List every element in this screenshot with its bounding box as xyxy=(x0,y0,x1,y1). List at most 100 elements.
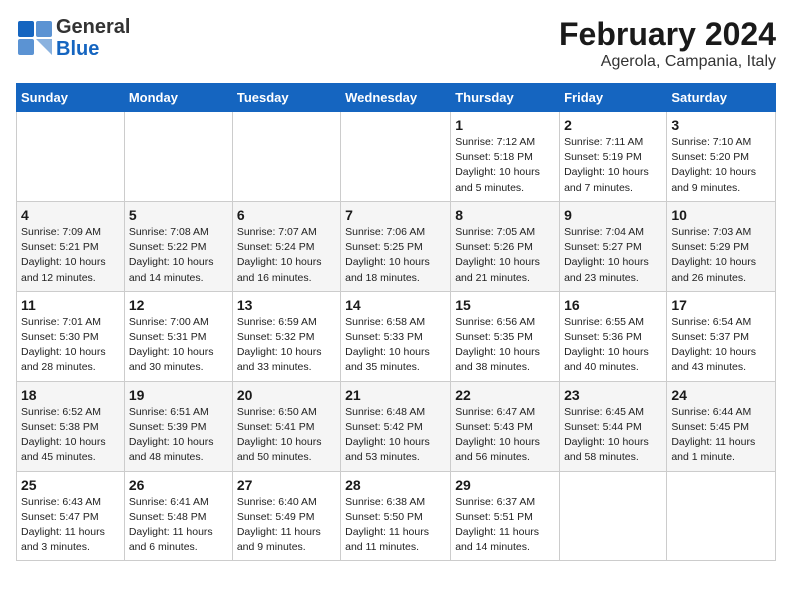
day-number: 29 xyxy=(455,477,555,493)
day-number: 2 xyxy=(564,117,662,133)
day-detail: Sunrise: 7:09 AM Sunset: 5:21 PM Dayligh… xyxy=(21,225,120,286)
calendar-cell: 14Sunrise: 6:58 AM Sunset: 5:33 PM Dayli… xyxy=(341,291,451,381)
logo-general: General xyxy=(56,16,130,38)
calendar-cell: 6 Sunrise: 7:07 AM Sunset: 5:24 PM Daylig… xyxy=(232,201,340,291)
day-detail: Sunrise: 6:52 AM Sunset: 5:38 PM Dayligh… xyxy=(21,405,120,466)
calendar-cell: 1 Sunrise: 7:12 AM Sunset: 5:18 PM Daylig… xyxy=(451,112,560,202)
calendar-table: SundayMondayTuesdayWednesdayThursdayFrid… xyxy=(16,83,776,561)
day-number: 16 xyxy=(564,297,662,313)
day-detail: Sunrise: 6:41 AM Sunset: 5:48 PM Dayligh… xyxy=(129,495,228,556)
day-detail: Sunrise: 6:51 AM Sunset: 5:39 PM Dayligh… xyxy=(129,405,228,466)
calendar-cell xyxy=(17,112,125,202)
calendar-cell xyxy=(560,471,667,561)
day-detail: Sunrise: 7:01 AM Sunset: 5:30 PM Dayligh… xyxy=(21,315,120,376)
calendar-cell: 21Sunrise: 6:48 AM Sunset: 5:42 PM Dayli… xyxy=(341,381,451,471)
calendar-cell: 7 Sunrise: 7:06 AM Sunset: 5:25 PM Daylig… xyxy=(341,201,451,291)
weekday-header-wednesday: Wednesday xyxy=(341,84,451,112)
day-detail: Sunrise: 7:10 AM Sunset: 5:20 PM Dayligh… xyxy=(671,135,771,196)
weekday-header-thursday: Thursday xyxy=(451,84,560,112)
logo-icon xyxy=(16,19,54,57)
calendar-cell: 17 Sunrise: 6:54 AM Sunset: 5:37 PM Dayli… xyxy=(667,291,776,381)
calendar-cell: 26 Sunrise: 6:41 AM Sunset: 5:48 PM Dayli… xyxy=(124,471,232,561)
day-number: 13 xyxy=(237,297,336,313)
calendar-cell: 2 Sunrise: 7:11 AM Sunset: 5:19 PM Daylig… xyxy=(560,112,667,202)
day-detail: Sunrise: 6:38 AM Sunset: 5:50 PM Dayligh… xyxy=(345,495,446,556)
day-detail: Sunrise: 7:06 AM Sunset: 5:25 PM Dayligh… xyxy=(345,225,446,286)
day-number: 10 xyxy=(671,207,771,223)
day-detail: Sunrise: 6:59 AM Sunset: 5:32 PM Dayligh… xyxy=(237,315,336,376)
page-header: General Blue February 2024 Agerola, Camp… xyxy=(16,16,776,71)
day-number: 26 xyxy=(129,477,228,493)
day-detail: Sunrise: 6:55 AM Sunset: 5:36 PM Dayligh… xyxy=(564,315,662,376)
day-number: 12 xyxy=(129,297,228,313)
calendar-cell xyxy=(124,112,232,202)
weekday-header-monday: Monday xyxy=(124,84,232,112)
day-detail: Sunrise: 6:58 AM Sunset: 5:33 PM Dayligh… xyxy=(345,315,446,376)
day-detail: Sunrise: 7:08 AM Sunset: 5:22 PM Dayligh… xyxy=(129,225,228,286)
calendar-cell: 29 Sunrise: 6:37 AM Sunset: 5:51 PM Dayli… xyxy=(451,471,560,561)
day-detail: Sunrise: 7:07 AM Sunset: 5:24 PM Dayligh… xyxy=(237,225,336,286)
calendar-cell xyxy=(341,112,451,202)
day-detail: Sunrise: 7:00 AM Sunset: 5:31 PM Dayligh… xyxy=(129,315,228,376)
calendar-cell: 18 Sunrise: 6:52 AM Sunset: 5:38 PM Dayli… xyxy=(17,381,125,471)
day-number: 19 xyxy=(129,387,228,403)
weekday-header-tuesday: Tuesday xyxy=(232,84,340,112)
calendar-cell: 28 Sunrise: 6:38 AM Sunset: 5:50 PM Dayli… xyxy=(341,471,451,561)
calendar-cell: 10 Sunrise: 7:03 AM Sunset: 5:29 PM Dayli… xyxy=(667,201,776,291)
day-number: 23 xyxy=(564,387,662,403)
calendar-cell xyxy=(232,112,340,202)
day-number: 4 xyxy=(21,207,120,223)
day-number: 25 xyxy=(21,477,120,493)
day-number: 20 xyxy=(237,387,336,403)
page-title: February 2024 xyxy=(559,16,776,53)
day-detail: Sunrise: 6:47 AM Sunset: 5:43 PM Dayligh… xyxy=(455,405,555,466)
calendar-cell: 24 Sunrise: 6:44 AM Sunset: 5:45 PM Dayli… xyxy=(667,381,776,471)
calendar-header-row: SundayMondayTuesdayWednesdayThursdayFrid… xyxy=(17,84,776,112)
day-number: 28 xyxy=(345,477,446,493)
calendar-week-row: 4 Sunrise: 7:09 AM Sunset: 5:21 PM Daylig… xyxy=(17,201,776,291)
day-number: 15 xyxy=(455,297,555,313)
day-detail: Sunrise: 6:43 AM Sunset: 5:47 PM Dayligh… xyxy=(21,495,120,556)
calendar-cell: 16 Sunrise: 6:55 AM Sunset: 5:36 PM Dayli… xyxy=(560,291,667,381)
page-subtitle: Agerola, Campania, Italy xyxy=(559,53,776,71)
day-number: 24 xyxy=(671,387,771,403)
day-detail: Sunrise: 6:56 AM Sunset: 5:35 PM Dayligh… xyxy=(455,315,555,376)
day-number: 3 xyxy=(671,117,771,133)
day-detail: Sunrise: 7:11 AM Sunset: 5:19 PM Dayligh… xyxy=(564,135,662,196)
day-number: 11 xyxy=(21,297,120,313)
weekday-header-friday: Friday xyxy=(560,84,667,112)
day-detail: Sunrise: 6:37 AM Sunset: 5:51 PM Dayligh… xyxy=(455,495,555,556)
day-number: 17 xyxy=(671,297,771,313)
day-number: 8 xyxy=(455,207,555,223)
day-number: 1 xyxy=(455,117,555,133)
calendar-cell: 23 Sunrise: 6:45 AM Sunset: 5:44 PM Dayli… xyxy=(560,381,667,471)
day-detail: Sunrise: 6:45 AM Sunset: 5:44 PM Dayligh… xyxy=(564,405,662,466)
day-detail: Sunrise: 6:40 AM Sunset: 5:49 PM Dayligh… xyxy=(237,495,336,556)
day-number: 18 xyxy=(21,387,120,403)
calendar-cell: 27 Sunrise: 6:40 AM Sunset: 5:49 PM Dayli… xyxy=(232,471,340,561)
day-number: 7 xyxy=(345,207,446,223)
day-number: 22 xyxy=(455,387,555,403)
calendar-week-row: 18 Sunrise: 6:52 AM Sunset: 5:38 PM Dayli… xyxy=(17,381,776,471)
calendar-cell: 8Sunrise: 7:05 AM Sunset: 5:26 PM Daylig… xyxy=(451,201,560,291)
day-detail: Sunrise: 6:50 AM Sunset: 5:41 PM Dayligh… xyxy=(237,405,336,466)
calendar-cell: 11 Sunrise: 7:01 AM Sunset: 5:30 PM Dayli… xyxy=(17,291,125,381)
day-number: 6 xyxy=(237,207,336,223)
logo-blue: Blue xyxy=(56,38,130,60)
weekday-header-sunday: Sunday xyxy=(17,84,125,112)
day-detail: Sunrise: 7:03 AM Sunset: 5:29 PM Dayligh… xyxy=(671,225,771,286)
day-detail: Sunrise: 7:12 AM Sunset: 5:18 PM Dayligh… xyxy=(455,135,555,196)
calendar-cell: 5Sunrise: 7:08 AM Sunset: 5:22 PM Daylig… xyxy=(124,201,232,291)
day-number: 27 xyxy=(237,477,336,493)
calendar-cell xyxy=(667,471,776,561)
calendar-body: 1 Sunrise: 7:12 AM Sunset: 5:18 PM Daylig… xyxy=(17,112,776,561)
calendar-cell: 20 Sunrise: 6:50 AM Sunset: 5:41 PM Dayli… xyxy=(232,381,340,471)
calendar-cell: 13 Sunrise: 6:59 AM Sunset: 5:32 PM Dayli… xyxy=(232,291,340,381)
calendar-week-row: 11 Sunrise: 7:01 AM Sunset: 5:30 PM Dayli… xyxy=(17,291,776,381)
day-detail: Sunrise: 6:44 AM Sunset: 5:45 PM Dayligh… xyxy=(671,405,771,466)
day-number: 9 xyxy=(564,207,662,223)
calendar-cell: 12 Sunrise: 7:00 AM Sunset: 5:31 PM Dayli… xyxy=(124,291,232,381)
day-number: 21 xyxy=(345,387,446,403)
calendar-cell: 22 Sunrise: 6:47 AM Sunset: 5:43 PM Dayli… xyxy=(451,381,560,471)
day-detail: Sunrise: 6:54 AM Sunset: 5:37 PM Dayligh… xyxy=(671,315,771,376)
